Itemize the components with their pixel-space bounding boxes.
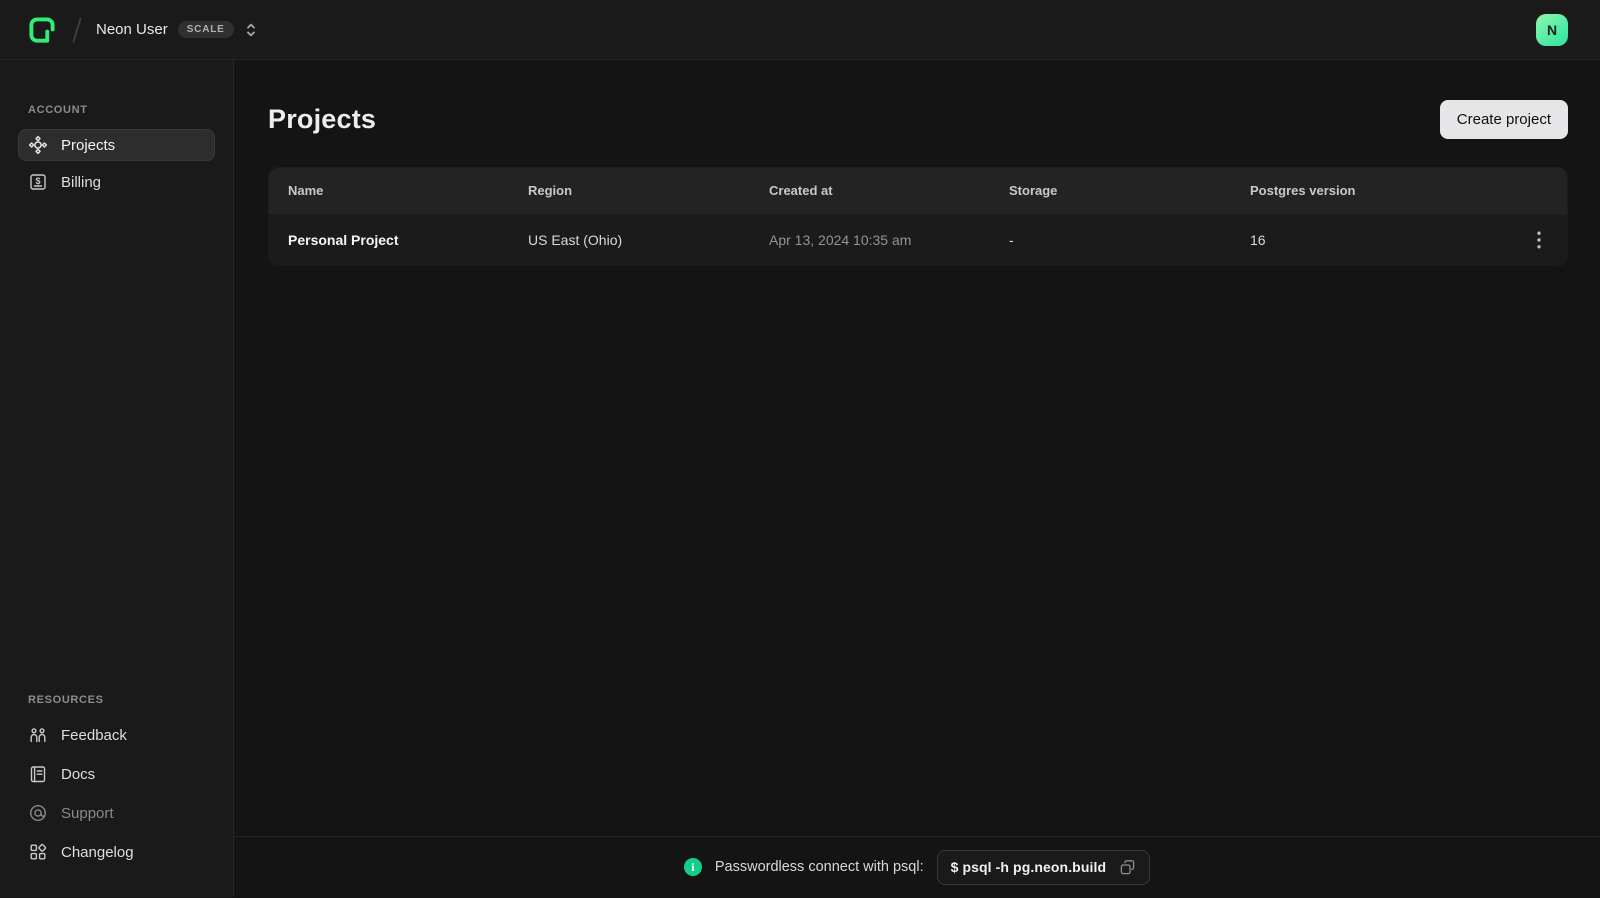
connection-footer: i Passwordless connect with psql: $ psql… xyxy=(234,836,1600,897)
sidebar: ACCOUNT Projects $ Billing RESOURCES Fee… xyxy=(0,60,234,897)
top-bar: Neon User SCALE N xyxy=(0,0,1600,60)
avatar[interactable]: N xyxy=(1536,13,1568,46)
svg-text:$: $ xyxy=(35,176,40,186)
psql-command-box[interactable]: $ psql -h pg.neon.build xyxy=(936,849,1151,885)
page-title: Projects xyxy=(268,104,377,134)
main-content: Projects Create project Name Region Crea… xyxy=(234,60,1600,897)
project-created-at-cell: Apr 13, 2024 10:35 am xyxy=(769,231,912,248)
dollar-square-icon: $ xyxy=(28,172,48,192)
sidebar-item-projects[interactable]: Projects xyxy=(18,129,215,161)
neon-logo-icon[interactable] xyxy=(26,14,58,46)
psql-command-text: $ psql -h pg.neon.build xyxy=(950,859,1107,875)
table-header-row: Name Region Created at Storage Postgres … xyxy=(269,168,1567,213)
column-header-storage: Storage xyxy=(1009,183,1058,198)
resources-section-label: RESOURCES xyxy=(28,694,104,706)
account-section-label: ACCOUNT xyxy=(28,104,88,116)
projects-table: Name Region Created at Storage Postgres … xyxy=(268,167,1568,266)
selector-chevrons-icon[interactable] xyxy=(244,22,258,38)
sidebar-item-docs[interactable]: Docs xyxy=(18,758,215,790)
squares-grid-icon xyxy=(28,842,48,862)
sidebar-item-feedback[interactable]: Feedback xyxy=(18,719,215,751)
create-project-button[interactable]: Create project xyxy=(1439,100,1568,139)
copy-icon xyxy=(1119,859,1136,876)
row-actions-menu-button[interactable] xyxy=(1525,226,1553,254)
sidebar-item-support[interactable]: Support xyxy=(18,797,215,829)
copy-command-button[interactable] xyxy=(1119,859,1136,876)
table-row[interactable]: Personal Project US East (Ohio) Apr 13, … xyxy=(269,213,1567,265)
column-header-postgres-version: Postgres version xyxy=(1250,183,1356,198)
breadcrumb-slash xyxy=(72,16,82,43)
sidebar-item-label: Billing xyxy=(61,173,102,191)
people-icon xyxy=(28,725,48,745)
kebab-icon xyxy=(1537,231,1541,249)
sidebar-item-changelog[interactable]: Changelog xyxy=(18,836,215,868)
sidebar-item-billing[interactable]: $ Billing xyxy=(18,166,215,198)
passwordless-connect-message: Passwordless connect with psql: xyxy=(714,859,924,875)
project-postgres-version-cell: 16 xyxy=(1250,231,1266,248)
sidebar-item-label: Feedback xyxy=(61,726,127,744)
project-region-cell: US East (Ohio) xyxy=(528,231,623,248)
document-icon xyxy=(28,764,48,784)
column-header-region: Region xyxy=(528,183,573,198)
column-header-name: Name xyxy=(288,183,324,198)
project-name-cell[interactable]: Personal Project xyxy=(269,232,509,248)
lifebuoy-icon xyxy=(28,803,48,823)
sidebar-item-label: Projects xyxy=(61,136,116,154)
sidebar-item-label: Support xyxy=(61,804,114,822)
info-icon: i xyxy=(683,858,702,876)
sidebar-item-label: Docs xyxy=(61,765,96,783)
org-name[interactable]: Neon User xyxy=(96,21,168,38)
column-header-created-at: Created at xyxy=(769,183,833,198)
projects-node-icon xyxy=(28,135,48,155)
project-storage-cell: - xyxy=(1009,231,1014,248)
plan-badge: SCALE xyxy=(177,21,234,38)
sidebar-item-label: Changelog xyxy=(61,843,134,861)
